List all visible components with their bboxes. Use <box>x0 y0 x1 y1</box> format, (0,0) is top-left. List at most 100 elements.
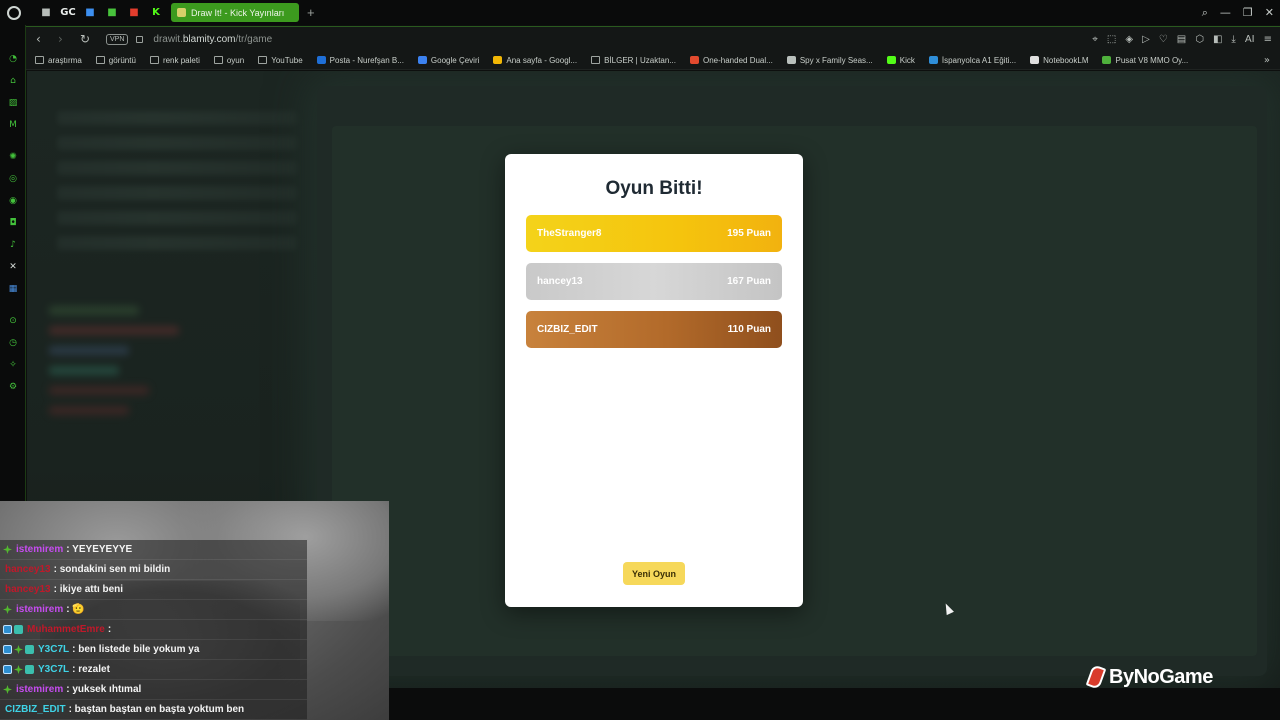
bookmarks-bar: araştırma görüntü renk paleti oyun YouTube Po… <box>26 51 1280 70</box>
game-icon <box>1102 56 1112 64</box>
snapshot-icon[interactable]: ⬚ <box>1107 34 1116 45</box>
bookmark-item[interactable]: görüntü <box>95 56 136 65</box>
bookmark-item[interactable]: Spy x Family Seas... <box>786 55 873 65</box>
chat-username[interactable]: hancey13 <box>5 584 51 595</box>
pinned-tab-gc-icon[interactable]: GC <box>57 4 79 22</box>
chat-username[interactable]: Y3C7L <box>38 644 69 655</box>
url-field[interactable]: drawit.blamity.com/tr/game <box>153 34 272 45</box>
bookmark-label: NotebookLM <box>1043 55 1089 65</box>
bookmark-item[interactable]: araştırma <box>35 56 82 65</box>
gift-badge-icon <box>25 645 34 654</box>
chat-message: Y3C7L: rezalet <box>0 660 307 680</box>
settings-gear-icon[interactable]: ⚙ <box>7 381 19 393</box>
pinned-tab-gamepad-icon[interactable]: ■ <box>35 4 57 22</box>
vpn-badge[interactable]: VPN <box>106 33 129 45</box>
speed-dial-icon[interactable]: ◔ <box>7 53 19 65</box>
heart-icon[interactable]: ♡ <box>1159 34 1168 45</box>
chat-text: : sondakini sen mi bildin <box>53 564 171 575</box>
bookmark-item[interactable]: Google Çeviri <box>417 56 479 65</box>
bookmark-item[interactable]: renk paleti <box>149 56 200 65</box>
menu-icon[interactable]: ≡ <box>1264 34 1272 45</box>
bookmark-item[interactable]: Ana sayfa - Googl... <box>493 56 577 65</box>
bookmark-item[interactable]: oyun <box>213 56 244 65</box>
instagram-icon[interactable]: ◘ <box>7 217 19 229</box>
pinned-tab-kick-icon[interactable]: K <box>145 4 167 22</box>
close-icon[interactable]: ✕ <box>1265 6 1274 19</box>
chat-text: : rezalet <box>72 664 110 675</box>
opera-logo-icon[interactable] <box>7 5 21 20</box>
bookmarks-overflow-icon[interactable]: » <box>1264 55 1270 66</box>
game-over-modal: Oyun Bitti! TheStranger8 195 Puan hancey… <box>505 154 803 607</box>
tab-draw-it[interactable]: Draw It! - Kick Yayınları <box>171 3 299 22</box>
sub-badge-icon <box>14 665 23 674</box>
bookmark-item[interactable]: İspanyolca A1 Eğiti... <box>928 55 1017 65</box>
reload-icon[interactable]: ↻ <box>80 32 92 46</box>
shield-icon <box>786 56 796 64</box>
window-controls: ⌕ — ❐ ✕ <box>1202 0 1274 25</box>
bookmark-item[interactable]: BİLGER | Uzaktan... <box>591 56 676 65</box>
discord-icon[interactable]: ◉ <box>7 195 19 207</box>
messenger-icon[interactable]: M <box>7 119 19 131</box>
chat-username[interactable]: istemirem <box>16 544 63 555</box>
bookmark-item[interactable]: YouTube <box>258 56 303 65</box>
outlook-icon <box>316 56 326 64</box>
tab-bar: ■ GC ■ ■ ■ K Draw It! - Kick Yayınları + ⌕ — … <box>0 0 1280 25</box>
tiktok-icon[interactable]: ♪ <box>7 239 19 251</box>
bookmark-item[interactable]: Kick <box>886 56 915 65</box>
extensions-sidebar-icon[interactable]: ✧ <box>7 359 19 371</box>
restore-icon[interactable]: ❐ <box>1243 6 1253 19</box>
brand-name: ByNoGame <box>1109 665 1213 688</box>
chat-username[interactable]: hancey13 <box>5 564 51 575</box>
pinned-tab-bars-icon[interactable]: ■ <box>101 4 123 22</box>
page-icon[interactable]: ▤ <box>1177 34 1186 45</box>
download-icon[interactable]: ⤓ <box>1231 34 1235 45</box>
bookmark-item[interactable]: Pusat V8 MMO Oy... <box>1102 56 1188 65</box>
x-icon[interactable]: ✕ <box>7 261 19 273</box>
pocket-icon[interactable]: ◈ <box>1125 34 1133 45</box>
globe-icon <box>928 56 938 64</box>
bookmark-label: İspanyolca A1 Eğiti... <box>941 55 1017 65</box>
bag-icon[interactable]: ⌂ <box>7 75 19 87</box>
lock-icon[interactable] <box>136 35 144 43</box>
forward-icon[interactable]: › <box>58 32 70 46</box>
pin-icon[interactable]: ⌖ <box>1092 34 1098 45</box>
chat-username[interactable]: CIZBIZ_EDIT <box>5 704 66 715</box>
profile-icon[interactable]: ◧ <box>1213 34 1222 45</box>
chat-username[interactable]: istemirem <box>16 684 63 695</box>
pinned-tab-youtube-icon[interactable]: ■ <box>123 4 145 22</box>
chat-message: MuhammetEmre: <box>0 620 307 640</box>
wallet-icon[interactable]: ▨ <box>7 97 19 109</box>
chat-message: CIZBIZ_EDIT: baştan baştan en başta yokt… <box>0 700 307 720</box>
extensions-icon[interactable]: ⬡ <box>1195 34 1204 45</box>
chatgpt-icon[interactable]: ✺ <box>7 151 19 163</box>
bookmark-item[interactable]: NotebookLM <box>1030 56 1088 65</box>
result-first-place: TheStranger8 195 Puan <box>526 215 782 252</box>
bookmark-item[interactable]: One-handed Dual... <box>689 56 773 65</box>
new-tab-plus-icon[interactable]: + <box>307 5 315 20</box>
pinned-tab-play-store-icon[interactable]: ■ <box>79 4 101 22</box>
chat-username[interactable]: Y3C7L <box>38 664 69 675</box>
bookmark-item[interactable]: Posta - Nurefşan B... <box>316 56 404 65</box>
history-icon[interactable]: ◷ <box>7 337 19 349</box>
draw-it-favicon-icon <box>177 8 186 17</box>
app-icon[interactable]: ▦ <box>7 283 19 295</box>
chat-text: : <box>107 624 112 635</box>
whatsapp-icon[interactable]: ◎ <box>7 173 19 185</box>
result-score: 110 Puan <box>727 324 771 335</box>
search-tabs-icon[interactable]: ⌕ <box>1202 6 1208 20</box>
player-icon[interactable]: ⊙ <box>7 315 19 327</box>
chat-username[interactable]: MuhammetEmre <box>27 624 105 635</box>
play-icon[interactable]: ▷ <box>1142 34 1150 45</box>
sub-badge-icon <box>14 645 23 654</box>
chat-username[interactable]: istemirem <box>16 604 63 615</box>
page-icon <box>258 56 268 64</box>
ai-icon[interactable]: AI <box>1245 34 1255 45</box>
chat-text: : ben listede bile yokum ya <box>72 644 200 655</box>
sub-badge-icon <box>3 605 12 614</box>
back-icon[interactable]: ‹ <box>36 32 48 46</box>
new-game-button[interactable]: Yeni Oyun <box>623 562 685 585</box>
minimize-icon[interactable]: — <box>1220 6 1231 19</box>
drive-icon <box>493 56 503 64</box>
bynogame-logo: ByNoGame <box>1085 663 1213 691</box>
bookmark-label: Spy x Family Seas... <box>799 55 873 65</box>
